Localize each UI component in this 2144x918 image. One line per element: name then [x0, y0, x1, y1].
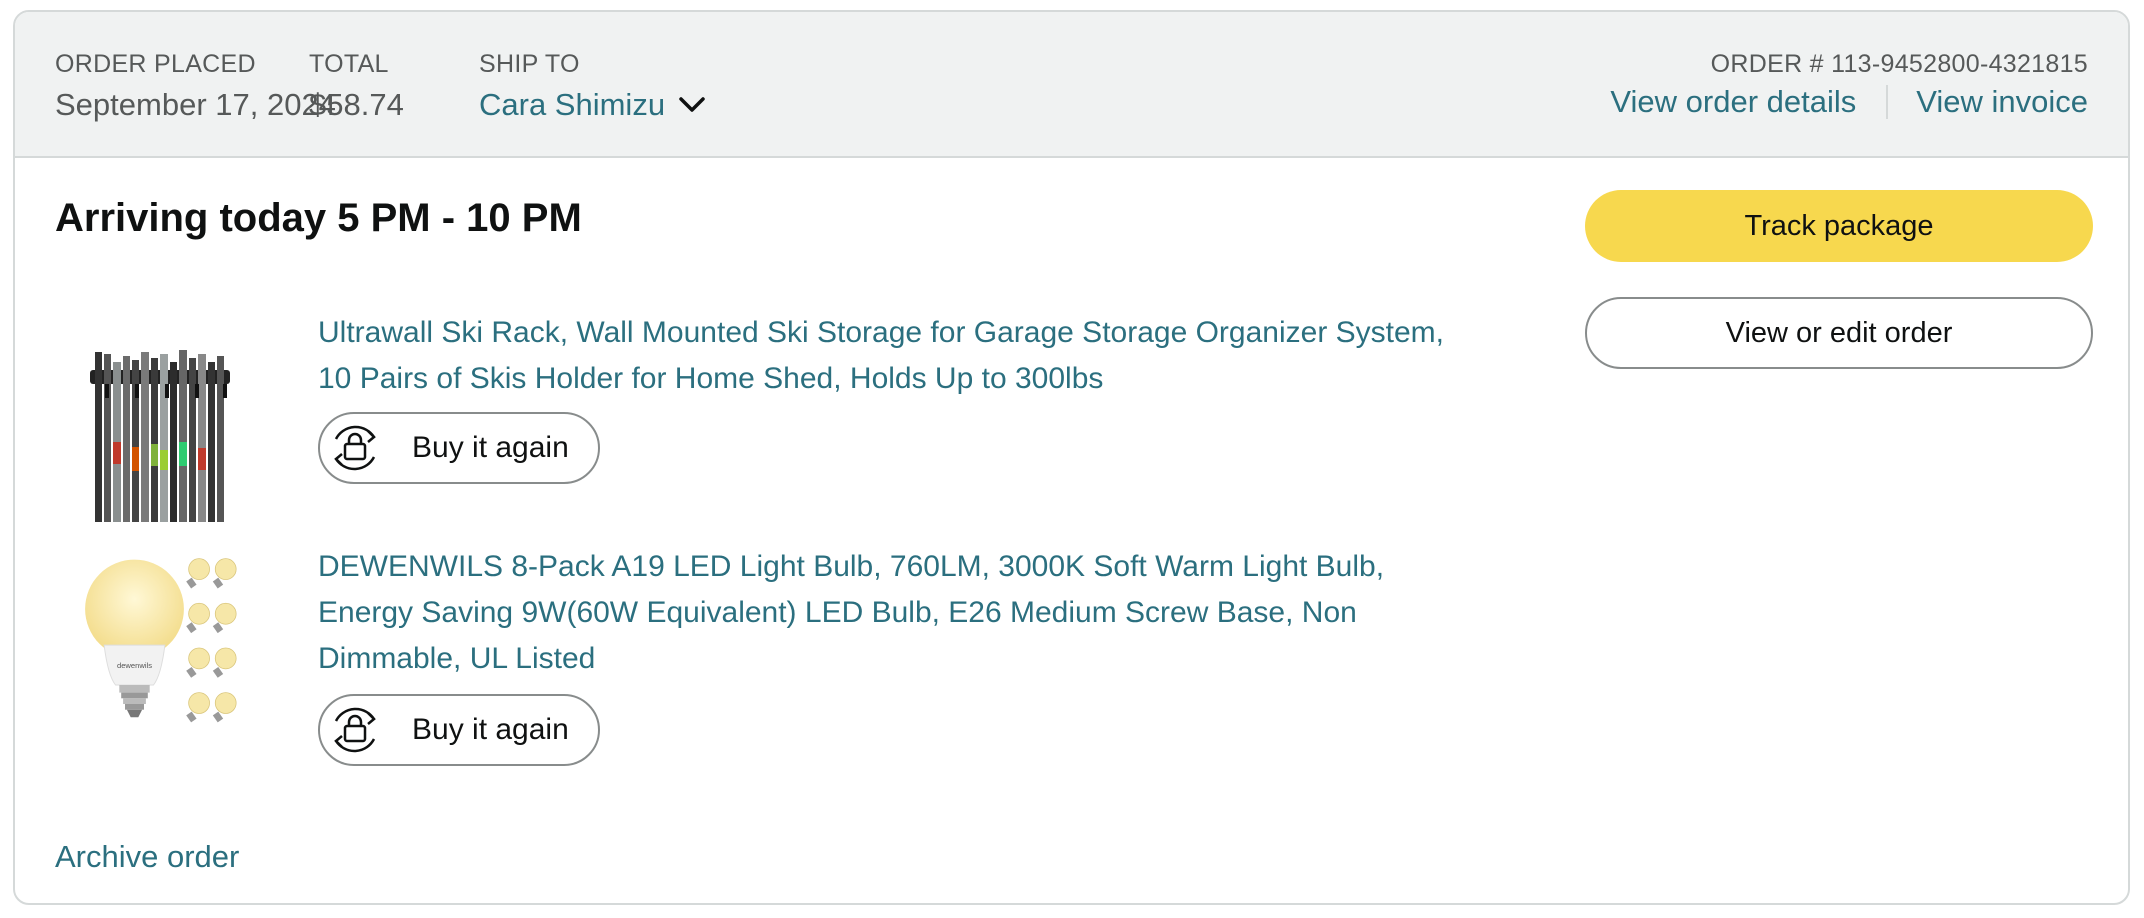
buy-it-again-label[interactable]: Buy it again — [412, 431, 569, 465]
view-invoice-link[interactable]: View invoice — [1916, 84, 2088, 120]
delivery-status: Arriving today 5 PM - 10 PM — [55, 196, 582, 240]
order-placed-label: ORDER PLACED — [55, 50, 256, 78]
view-or-edit-order-button[interactable]: View or edit order — [1585, 297, 2093, 369]
ship-to-dropdown[interactable]: Cara Shimizu — [479, 87, 709, 123]
order-placed-date: September 17, 2024 — [55, 87, 336, 122]
total-label: TOTAL — [309, 50, 389, 78]
ski-rack-product-image[interactable] — [85, 332, 235, 522]
buy-it-again-label[interactable]: Buy it again — [412, 713, 569, 747]
brand-logo: dewenwils — [117, 661, 152, 670]
order-number: ORDER # 113-9452800-4321815 — [1710, 50, 2088, 78]
order-card-header: ORDER PLACED September 17, 2024 TOTAL $5… — [15, 12, 2128, 158]
buy-again-icon — [334, 707, 376, 753]
buy-again-icon — [334, 425, 376, 471]
link-divider — [1886, 85, 1889, 119]
archive-order-link[interactable]: Archive order — [55, 839, 239, 875]
view-order-details-link[interactable]: View order details — [1610, 84, 1856, 120]
buy-it-again-button[interactable]: Buy it again — [318, 412, 600, 484]
header-links: View order details View invoice — [1610, 84, 2088, 120]
item-title-link[interactable]: Ultrawall Ski Rack, Wall Mounted Ski Sto… — [318, 310, 1468, 402]
light-bulb-product-image[interactable]: dewenwils — [83, 552, 243, 742]
buy-it-again-button[interactable]: Buy it again — [318, 694, 600, 766]
chevron-down-icon — [679, 97, 705, 112]
total-value: $58.74 — [309, 87, 404, 122]
order-card: ORDER PLACED September 17, 2024 TOTAL $5… — [13, 10, 2130, 905]
item-title-link[interactable]: DEWENWILS 8-Pack A19 LED Light Bulb, 760… — [318, 544, 1468, 682]
ship-to-label: SHIP TO — [479, 50, 580, 78]
ship-to-name[interactable]: Cara Shimizu — [479, 87, 665, 123]
track-package-button[interactable]: Track package — [1585, 190, 2093, 262]
